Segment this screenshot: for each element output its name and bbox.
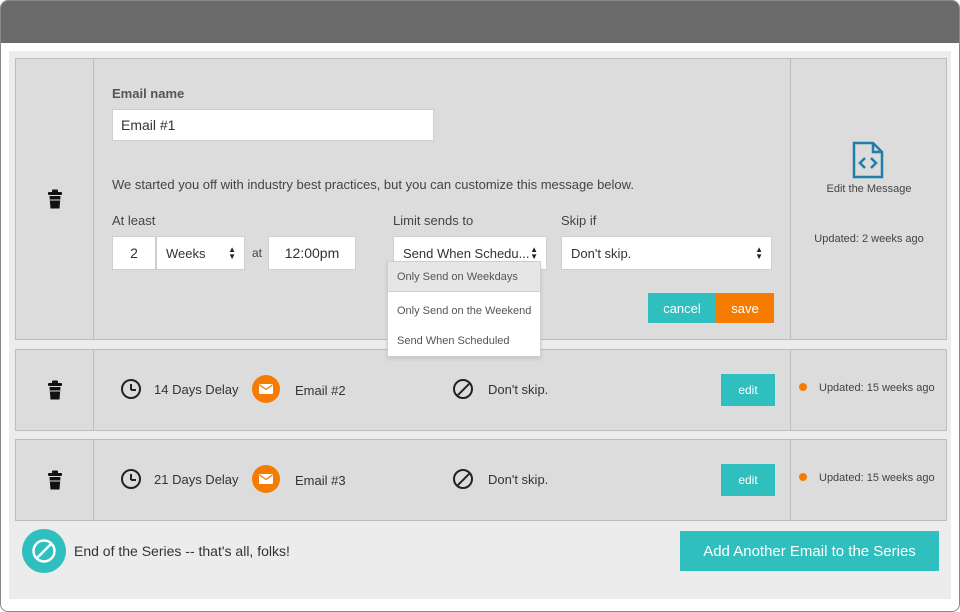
dot-icon xyxy=(799,473,807,481)
dropdown-option[interactable]: Send When Scheduled xyxy=(388,326,540,356)
limit-sends-dropdown: Only Send on Weekdays Only Send on the W… xyxy=(387,261,541,357)
skip-if-select[interactable]: Don't skip. ▲▼ xyxy=(561,236,772,270)
send-time-input[interactable]: 12:00pm xyxy=(268,236,356,270)
trash-icon[interactable] xyxy=(47,380,63,400)
updated-text: Updated: 15 weeks ago xyxy=(819,382,935,394)
email-row: 14 Days Delay Email #2 Don't skip. edit … xyxy=(15,349,947,431)
delay-unit-select[interactable]: Weeks ▲▼ xyxy=(156,236,245,270)
skip-if-label: Skip if xyxy=(561,213,596,228)
dot-icon xyxy=(799,383,807,391)
select-arrows-icon: ▲▼ xyxy=(755,246,763,260)
dropdown-option[interactable]: Only Send on the Weekend xyxy=(388,296,540,326)
email-series-panel: Email name Email #1 We started you off w… xyxy=(9,51,951,599)
at-least-label: At least xyxy=(112,213,155,228)
trash-icon[interactable] xyxy=(47,189,63,209)
delay-amount-input[interactable]: 2 xyxy=(112,236,156,270)
end-of-series-text: End of the Series -- that's all, folks! xyxy=(74,543,290,559)
limit-sends-label: Limit sends to xyxy=(393,213,473,228)
email-name-input[interactable]: Email #1 xyxy=(112,109,434,141)
save-button[interactable]: save xyxy=(716,293,774,323)
code-file-icon[interactable] xyxy=(852,141,884,179)
edit-button[interactable]: edit xyxy=(721,374,775,406)
trash-column xyxy=(16,59,94,339)
updated-text: Updated: 2 weeks ago xyxy=(791,233,947,245)
email-name: Email #2 xyxy=(295,383,346,398)
trash-icon[interactable] xyxy=(47,470,63,490)
edit-button[interactable]: edit xyxy=(721,464,775,496)
add-email-button[interactable]: Add Another Email to the Series xyxy=(680,531,939,571)
no-entry-icon xyxy=(22,529,66,573)
email-name: Email #3 xyxy=(295,473,346,488)
window-titlebar xyxy=(1,1,960,43)
clock-icon xyxy=(121,469,141,489)
trash-column xyxy=(16,440,94,520)
trash-column xyxy=(16,350,94,430)
cancel-button[interactable]: cancel xyxy=(648,293,716,323)
status-side-panel: Updated: 15 weeks ago xyxy=(790,350,946,430)
select-arrows-icon: ▲▼ xyxy=(530,246,538,260)
clock-icon xyxy=(121,379,141,399)
skip-text: Don't skip. xyxy=(488,472,548,487)
updated-text: Updated: 15 weeks ago xyxy=(819,472,935,484)
delay-text: 21 Days Delay xyxy=(154,472,239,487)
delay-unit-value: Weeks xyxy=(166,246,206,261)
delay-text: 14 Days Delay xyxy=(154,382,239,397)
limit-sends-value: Send When Schedu... xyxy=(403,246,529,261)
no-sign-icon xyxy=(453,469,473,489)
email-row: 21 Days Delay Email #3 Don't skip. edit … xyxy=(15,439,947,521)
at-label: at xyxy=(252,246,262,260)
edit-message-link[interactable]: Edit the Message xyxy=(791,183,947,195)
description-text: We started you off with industry best pr… xyxy=(112,177,634,192)
app-window: Email name Email #1 We started you off w… xyxy=(0,0,960,612)
message-side-panel: Edit the Message Updated: 2 weeks ago xyxy=(790,59,946,339)
dropdown-option[interactable]: Only Send on Weekdays xyxy=(388,262,540,292)
skip-if-value: Don't skip. xyxy=(571,246,631,261)
select-arrows-icon: ▲▼ xyxy=(228,246,236,260)
mail-icon xyxy=(252,375,280,403)
email-name-label: Email name xyxy=(112,86,184,101)
skip-text: Don't skip. xyxy=(488,382,548,397)
no-sign-icon xyxy=(453,379,473,399)
mail-icon xyxy=(252,465,280,493)
status-side-panel: Updated: 15 weeks ago xyxy=(790,440,946,520)
